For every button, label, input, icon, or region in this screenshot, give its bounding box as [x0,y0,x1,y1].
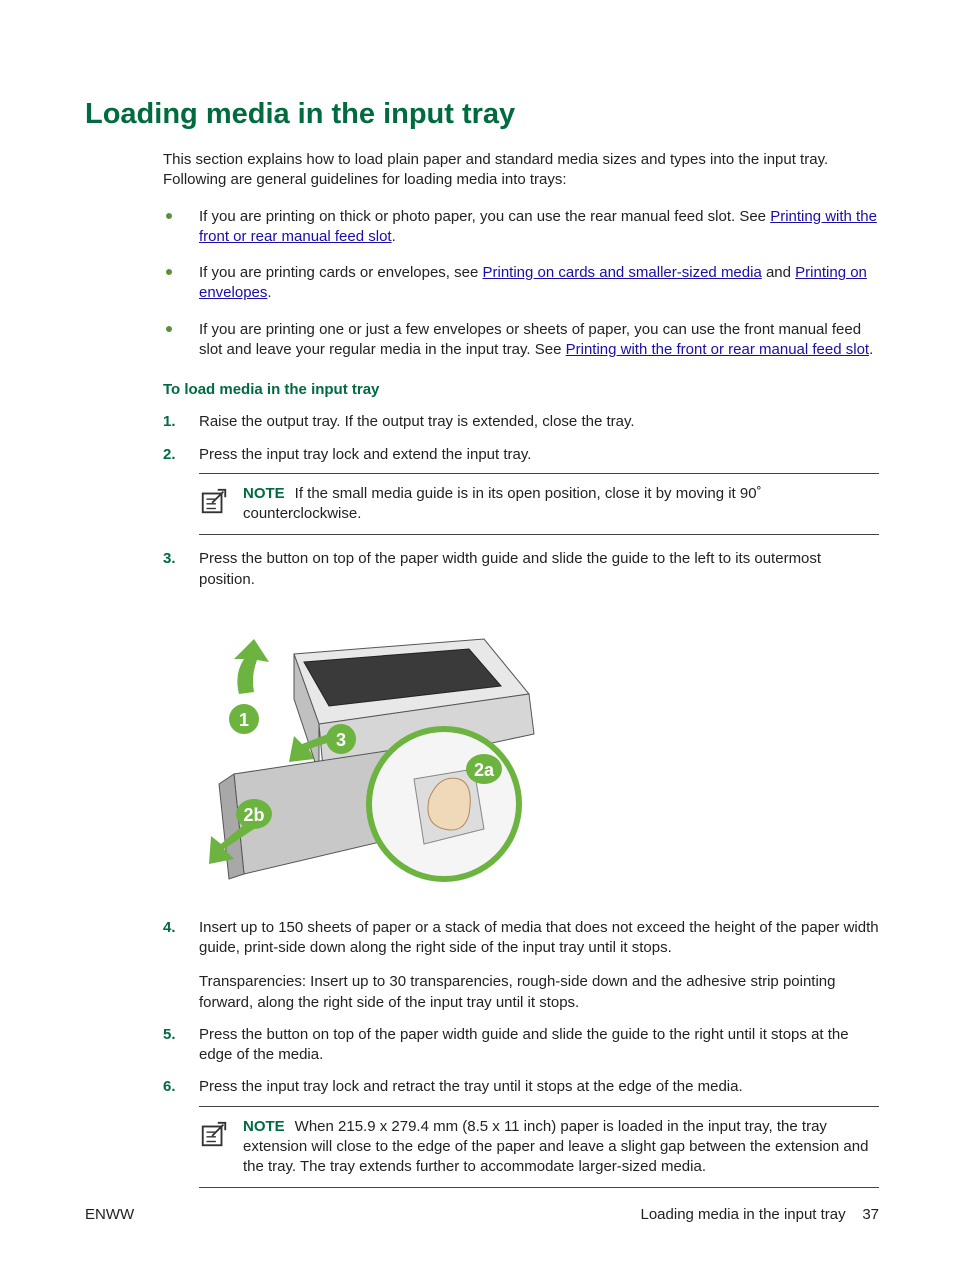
bullet-text: If you are printing on thick or photo pa… [199,208,770,225]
footer-page: 37 [862,1206,879,1223]
page-footer: ENWW Loading media in the input tray 37 [85,1205,879,1225]
step-number: 5. [163,1025,176,1045]
bullet-text: If you are printing cards or envelopes, … [199,264,483,281]
sub-heading: To load media in the input tray [163,380,879,400]
step-text: Press the input tray lock and extend the… [199,446,531,463]
step-item: 2. Press the input tray lock and extend … [163,445,879,536]
bullet-text: . [267,284,271,301]
callout-1: 1 [239,710,249,730]
step-item: 4. Insert up to 150 sheets of paper or a… [163,918,879,1013]
page-title: Loading media in the input tray [85,95,879,134]
step-text: Press the button on top of the paper wid… [199,550,821,587]
footer-left: ENWW [85,1205,134,1225]
step-text: Insert up to 150 sheets of paper or a st… [199,919,879,956]
note-text: If the small media guide is in its open … [243,485,762,522]
footer-right: Loading media in the input tray 37 [641,1205,880,1225]
step-text: Press the input tray lock and retract th… [199,1078,743,1095]
link-manual-feed-slot-2[interactable]: Printing with the front or rear manual f… [566,341,870,358]
step-item: 6. Press the input tray lock and retract… [163,1077,879,1188]
note-text: When 215.9 x 279.4 mm (8.5 x 11 inch) pa… [243,1118,868,1176]
bullet-item: If you are printing cards or envelopes, … [163,263,879,304]
step-text: Raise the output tray. If the output tra… [199,413,635,430]
document-page: Loading media in the input tray This sec… [0,0,954,1270]
step-item: 1. Raise the output tray. If the output … [163,412,879,432]
steps-list: 1. Raise the output tray. If the output … [163,412,879,1188]
callout-2b: 2b [243,805,264,825]
bullet-text: . [869,341,873,358]
note-label: NOTE [243,485,285,502]
step-item: 5. Press the button on top of the paper … [163,1025,879,1066]
printer-figure: 1 3 2a 2b [199,604,549,904]
note-box: NOTEIf the small media guide is in its o… [199,473,879,536]
step-text: Press the button on top of the paper wid… [199,1026,849,1063]
note-content: NOTEIf the small media guide is in its o… [243,484,879,525]
step-number: 4. [163,918,176,938]
bullet-item: If you are printing on thick or photo pa… [163,207,879,248]
note-icon [199,1119,229,1149]
bullet-text: . [392,228,396,245]
step-number: 3. [163,549,176,569]
content-body: This section explains how to load plain … [163,150,879,1188]
note-icon [199,486,229,516]
note-box: NOTEWhen 215.9 x 279.4 mm (8.5 x 11 inch… [199,1106,879,1189]
callout-3: 3 [336,730,346,750]
intro-paragraph: This section explains how to load plain … [163,150,879,191]
callout-2a: 2a [474,760,495,780]
bullet-item: If you are printing one or just a few en… [163,320,879,361]
step-number: 1. [163,412,176,432]
step-item: 3. Press the button on top of the paper … [163,549,879,904]
link-cards-media[interactable]: Printing on cards and smaller-sized medi… [483,264,762,281]
note-content: NOTEWhen 215.9 x 279.4 mm (8.5 x 11 inch… [243,1117,879,1178]
footer-title: Loading media in the input tray [641,1206,846,1223]
note-label: NOTE [243,1118,285,1135]
bullet-list: If you are printing on thick or photo pa… [163,207,879,361]
step-number: 2. [163,445,176,465]
bullet-text: and [762,264,795,281]
step-number: 6. [163,1077,176,1097]
step-text-transparencies: Transparencies: Insert up to 30 transpar… [199,972,879,1013]
